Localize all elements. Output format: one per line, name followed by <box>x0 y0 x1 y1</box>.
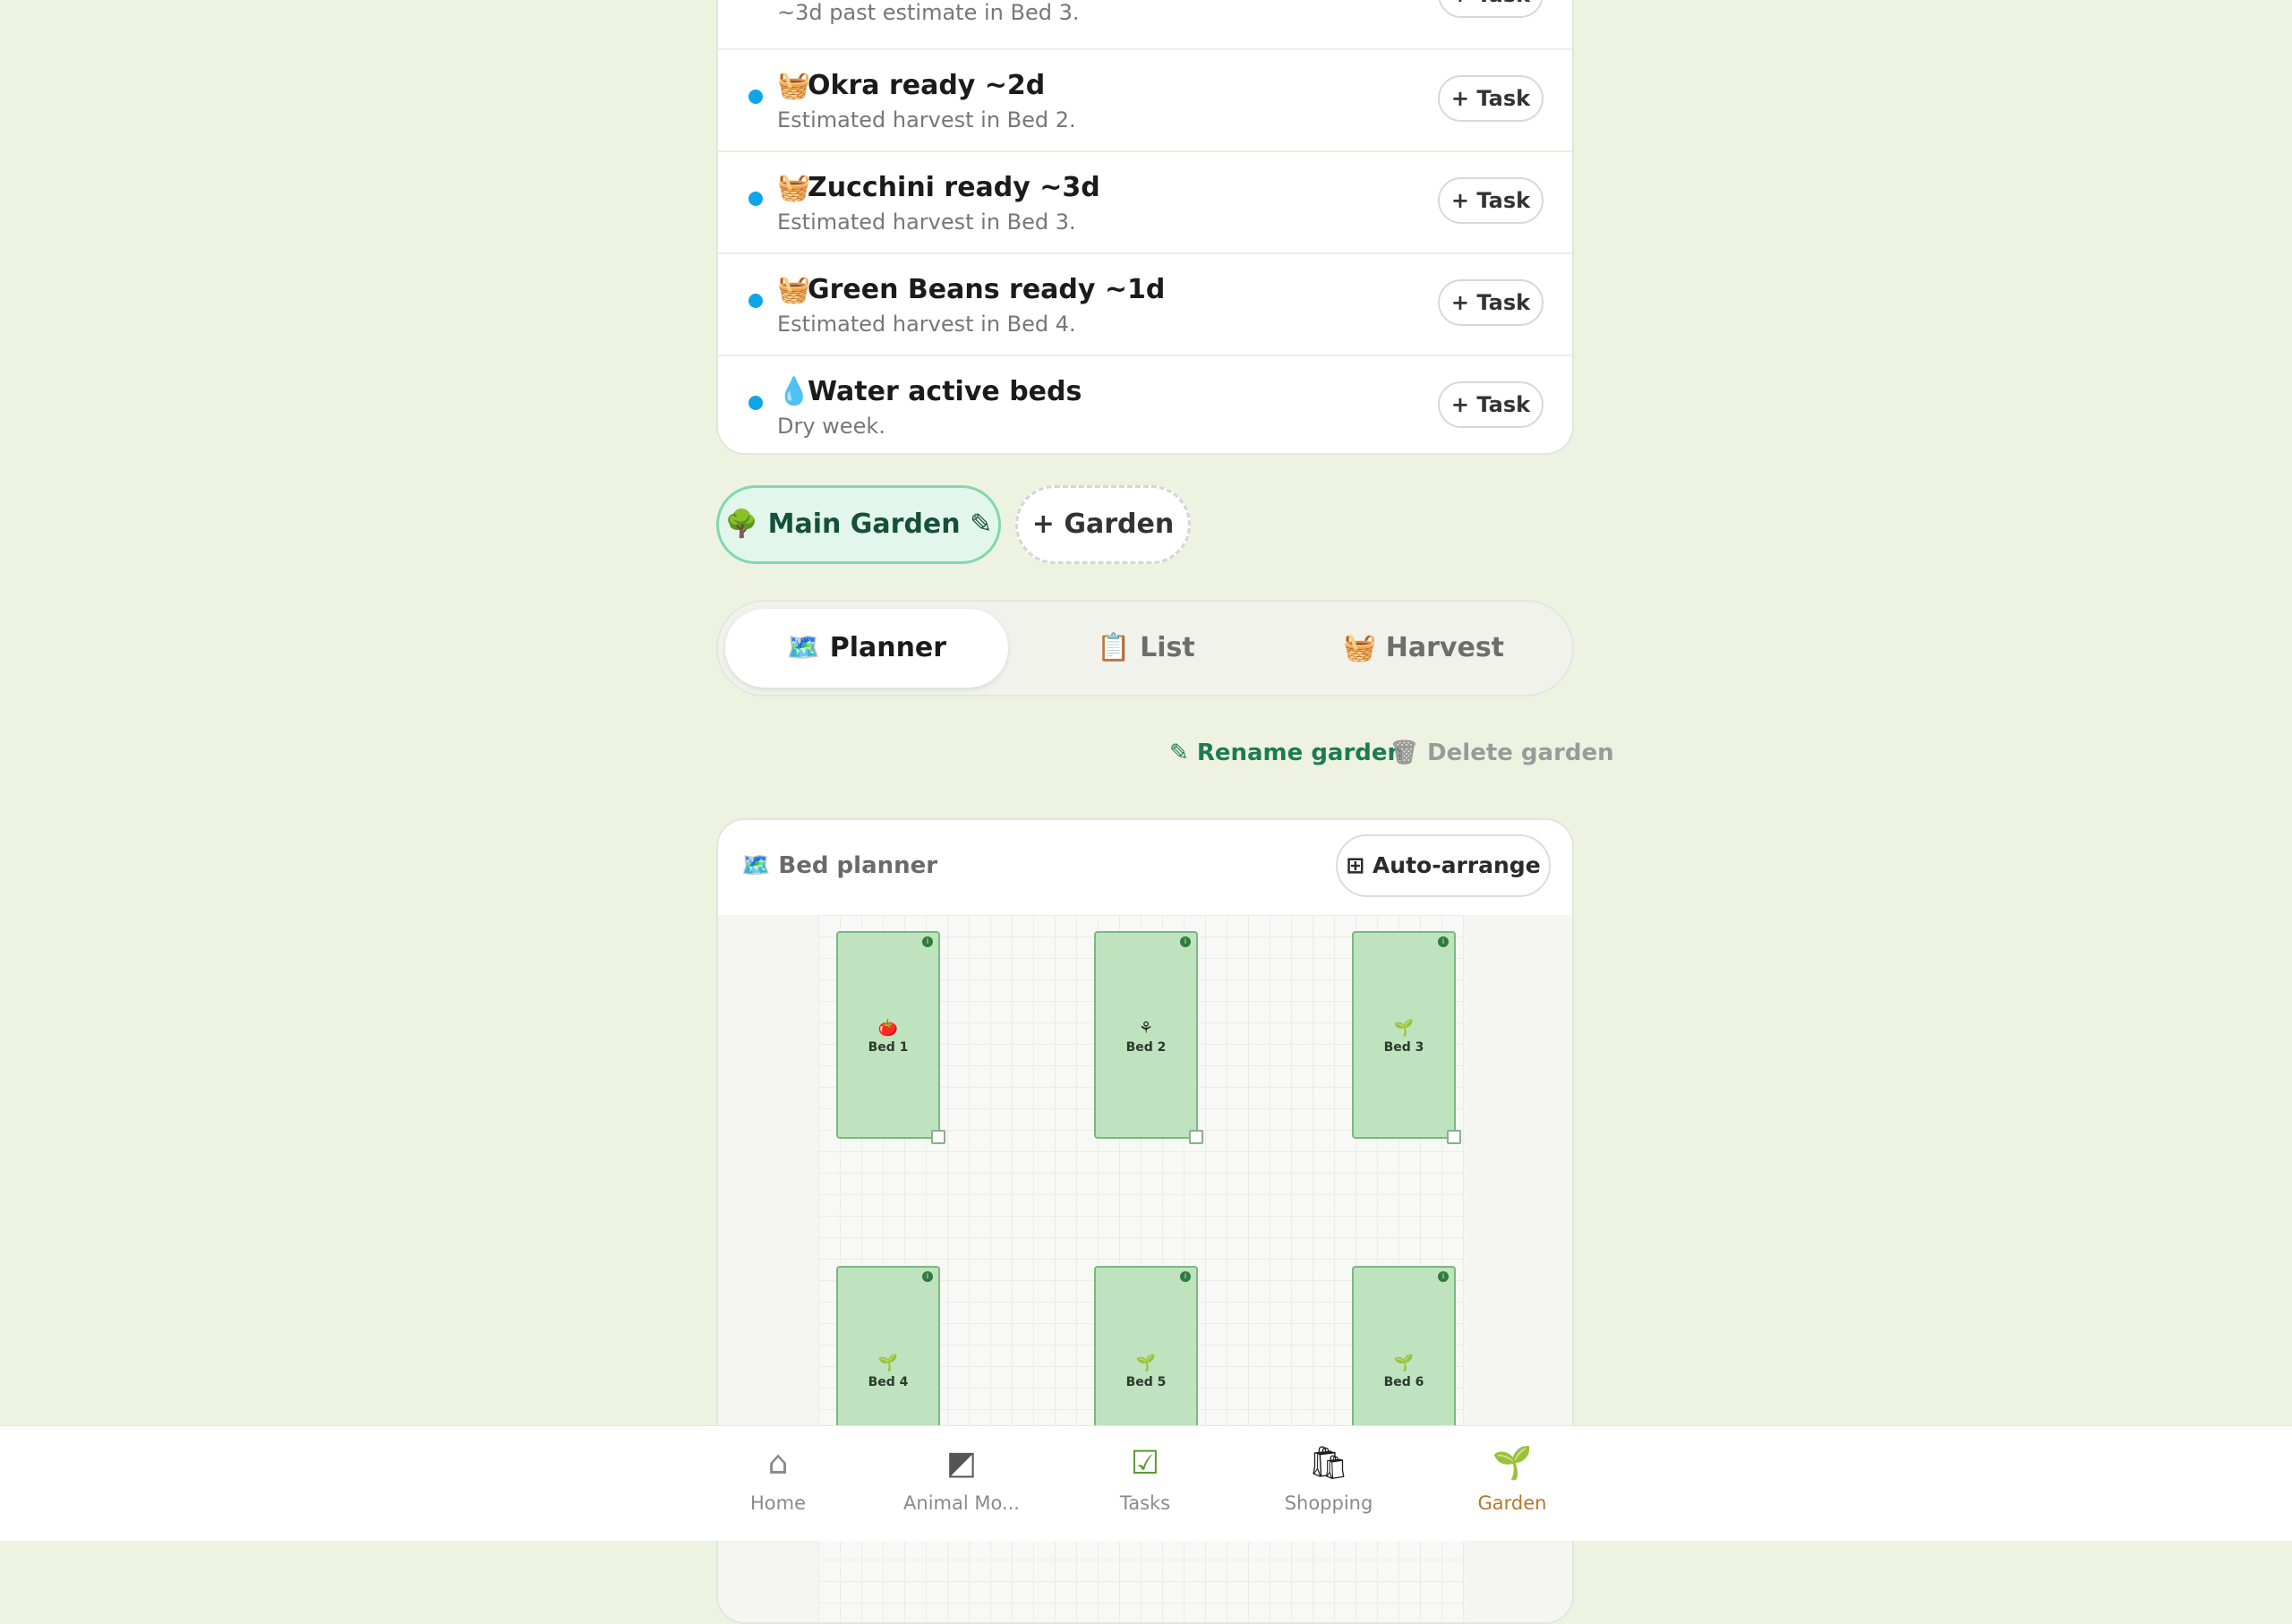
delete-garden-link[interactable]: 🗑 Delete garden <box>1390 739 1614 766</box>
reminder-title: 🧺Green Beans ready ~1d <box>777 274 1166 305</box>
reminder-row: 💧Water active beds Dry week. + Task <box>718 355 1572 453</box>
bed-label: Bed 5 <box>1125 1375 1167 1389</box>
reminder-subtitle: Estimated harvest in Bed 3. <box>777 209 1076 235</box>
tab-planner[interactable]: 🗺️ Planner <box>725 609 1008 688</box>
seedling-icon: 🌱 <box>1135 1354 1157 1372</box>
basket-icon: 🧺 <box>777 70 811 101</box>
bed-label: Bed 4 <box>868 1375 909 1389</box>
reminder-title: 🧺Okra ready ~2d <box>777 70 1046 101</box>
seedling-icon: 🌱 <box>877 1354 899 1372</box>
nav-label: Tasks <box>1119 1492 1171 1514</box>
reminder-subtitle: Estimated harvest in Bed 2. <box>777 107 1076 132</box>
bed-info-icon[interactable]: i <box>1180 936 1191 947</box>
bed-info-icon[interactable]: i <box>1438 936 1449 947</box>
plant-icon: ⚘ <box>1138 1019 1154 1038</box>
bed-label: Bed 1 <box>868 1040 909 1055</box>
nav-label: Animal Mo... <box>903 1492 1020 1514</box>
status-dot <box>748 396 763 410</box>
nav-label: Home <box>749 1492 806 1514</box>
add-garden-button[interactable]: + Garden <box>1015 485 1191 564</box>
seedling-icon: 🌱 <box>1393 1354 1415 1372</box>
nav-animal-mode[interactable]: ◩ Animal Mo... <box>890 1426 1033 1541</box>
add-task-button[interactable]: + Task <box>1438 279 1544 326</box>
tab-list[interactable]: 📋 List <box>1005 609 1287 688</box>
reminder-subtitle: Dry week. <box>777 414 885 439</box>
add-task-button[interactable]: + Task <box>1438 381 1544 428</box>
nav-tasks[interactable]: ☑ Tasks <box>1073 1426 1217 1541</box>
bed-3[interactable]: i 🌱 Bed 3 <box>1352 931 1461 1144</box>
basket-icon: 🧺 <box>777 274 811 305</box>
seedling-icon: 🌱 <box>1393 1019 1415 1038</box>
bed-label: Bed 3 <box>1383 1040 1424 1055</box>
reminder-row: 🧺Okra ready ~2d Estimated harvest in Bed… <box>718 48 1572 150</box>
tab-harvest[interactable]: 🧺 Harvest <box>1282 609 1565 688</box>
resize-handle[interactable] <box>1189 1130 1203 1144</box>
nav-home[interactable]: ⌂ Home <box>706 1426 850 1541</box>
add-task-button[interactable]: + Task <box>1438 75 1544 122</box>
resize-handle[interactable] <box>1447 1130 1461 1144</box>
reminders-card: ~3d past estimate in Bed 3. + Task 🧺Okra… <box>716 0 1574 455</box>
bed-label: Bed 2 <box>1125 1040 1167 1055</box>
seedling-icon: 🌱 <box>1492 1445 1533 1482</box>
reminder-title: 🧺Zucchini ready ~3d <box>777 172 1100 203</box>
bed-1[interactable]: i 🍅 Bed 1 <box>836 931 945 1144</box>
nav-label: Garden <box>1477 1492 1547 1514</box>
main-garden-chip[interactable]: 🌳 Main Garden ✎ <box>716 485 1001 564</box>
tomato-icon: 🍅 <box>877 1019 899 1038</box>
status-dot <box>748 90 763 104</box>
basket-icon: 🧺 <box>777 172 811 203</box>
auto-arrange-button[interactable]: ⊞ Auto-arrange <box>1336 834 1551 897</box>
status-dot <box>748 294 763 308</box>
reminder-row: 🧺Zucchini ready ~3d Estimated harvest in… <box>718 150 1572 252</box>
nav-shopping[interactable]: 🛍 Shopping <box>1257 1426 1400 1541</box>
bed-label: Bed 6 <box>1383 1375 1424 1389</box>
bed-2[interactable]: i ⚘ Bed 2 <box>1094 931 1203 1144</box>
reminder-subtitle: ~3d past estimate in Bed 3. <box>777 0 1080 25</box>
bed-info-icon[interactable]: i <box>922 1271 933 1282</box>
add-task-button[interactable]: + Task <box>1438 0 1544 18</box>
planner-title: 🗺️ Bed planner <box>741 852 938 879</box>
nav-label: Shopping <box>1284 1492 1373 1514</box>
view-tabs: 🗺️ Planner 📋 List 🧺 Harvest <box>716 600 1574 697</box>
rename-garden-link[interactable]: ✎ Rename garden <box>1169 739 1404 766</box>
water-drop-icon: 💧 <box>777 376 811 407</box>
home-icon: ⌂ <box>767 1445 789 1482</box>
bottom-nav: ⌂ Home ◩ Animal Mo... ☑ Tasks 🛍 Shopping… <box>0 1425 2292 1541</box>
status-dot <box>748 192 763 206</box>
reminder-subtitle: Estimated harvest in Bed 4. <box>777 312 1076 337</box>
bed-info-icon[interactable]: i <box>1438 1271 1449 1282</box>
reminder-row: 🧺Green Beans ready ~1d Estimated harvest… <box>718 252 1572 355</box>
bed-info-icon[interactable]: i <box>922 936 933 947</box>
reminder-title: 💧Water active beds <box>777 376 1082 407</box>
nav-garden[interactable]: 🌱 Garden <box>1441 1426 1584 1541</box>
checkbox-icon: ☑ <box>1130 1445 1160 1482</box>
bed-info-icon[interactable]: i <box>1180 1271 1191 1282</box>
resize-handle[interactable] <box>931 1130 945 1144</box>
add-task-button[interactable]: + Task <box>1438 177 1544 224</box>
animal-icon: ◩ <box>945 1445 977 1482</box>
shopping-bag-icon: 🛍 <box>1308 1445 1349 1482</box>
